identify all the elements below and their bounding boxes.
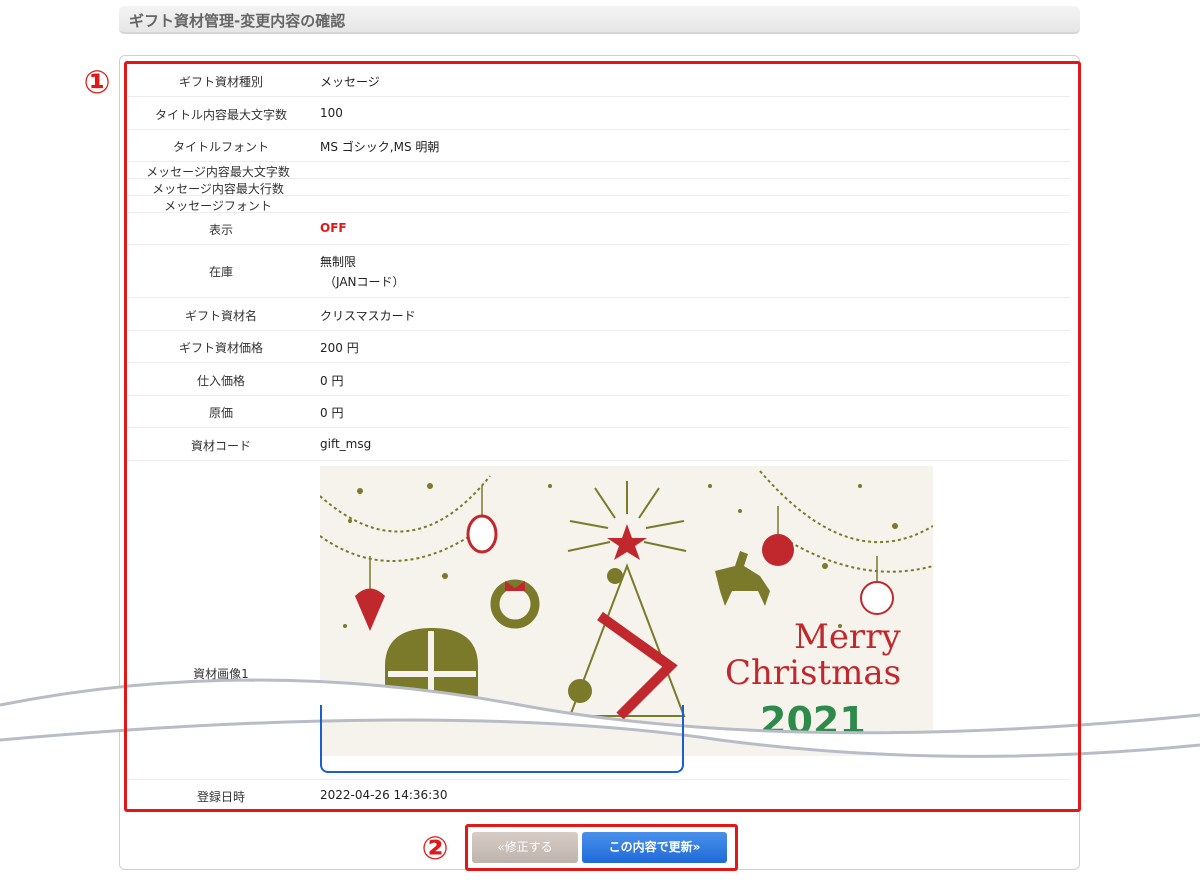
row-cost: 原価 0 円 [128, 396, 1070, 428]
page-title-bar: ギフト資材管理-変更内容の確認 [119, 6, 1080, 34]
row-value: 0 円 [320, 406, 344, 420]
row-material-code: 資材コード gift_msg [128, 428, 1070, 461]
row-value: 0 円 [320, 374, 344, 388]
row-stock: 在庫 無制限 （JANコード） [128, 245, 1070, 298]
row-label: 表示 [208, 223, 233, 237]
row-message-font: メッセージフォント [128, 196, 1070, 213]
row-label: タイトル内容最大文字数 [154, 108, 287, 122]
row-value: メッセージ [320, 75, 380, 89]
page-title: ギフト資材管理-変更内容の確認 [129, 12, 346, 30]
row-label: ギフト資材価格 [178, 341, 263, 355]
page: ギフト資材管理-変更内容の確認 ギフト資材種別 メッセージ タイトル内容最大文字… [0, 0, 1200, 880]
row-label: メッセージ内容最大行数 [152, 182, 284, 196]
row-title-max-chars: タイトル内容最大文字数 100 [128, 97, 1070, 130]
callout-number-1: ① [83, 63, 111, 101]
callout-number-2: ② [421, 829, 449, 867]
image-preview-frame [320, 705, 684, 773]
row-purchase-price: 仕入価格 0 円 [128, 363, 1070, 396]
row-message-max-chars: メッセージ内容最大文字数 [128, 162, 1070, 179]
row-gift-name: ギフト資材名 クリスマスカード [128, 298, 1070, 331]
row-label: ギフト資材名 [184, 309, 257, 323]
row-label: タイトルフォント [172, 140, 269, 154]
row-label: 資材コード [190, 439, 251, 453]
row-label: 在庫 [208, 265, 233, 279]
row-message-max-lines: メッセージ内容最大行数 [128, 179, 1070, 196]
row-value: gift_msg [320, 437, 372, 451]
row-value: 100 [320, 106, 343, 120]
row-label: 仕入価格 [196, 374, 245, 388]
row-value: 200 円 [320, 341, 359, 355]
row-label: メッセージ内容最大文字数 [146, 165, 290, 179]
row-value: MS ゴシック,MS 明朝 [320, 140, 440, 154]
back-button[interactable]: «修正する [472, 832, 578, 863]
row-value: 2022-04-26 14:36:30 [320, 788, 448, 802]
update-button[interactable]: この内容で更新» [582, 832, 727, 863]
row-label: メッセージフォント [164, 199, 272, 213]
card-text-merry: Merry [794, 617, 901, 657]
row-label: 登録日時 [196, 790, 245, 804]
status-badge: OFF [320, 221, 347, 235]
row-display: 表示 OFF [128, 213, 1070, 245]
row-gift-price: ギフト資材価格 200 円 [128, 331, 1070, 363]
row-gift-type: ギフト資材種別 メッセージ [128, 64, 1070, 97]
row-value: クリスマスカード [320, 309, 416, 323]
row-label: 原価 [208, 406, 233, 420]
row-registered-at: 登録日時 2022-04-26 14:36:30 [128, 780, 1070, 808]
row-value: 無制限 [320, 255, 357, 269]
row-label: ギフト資材種別 [178, 75, 263, 89]
row-title-font: タイトルフォント MS ゴシック,MS 明朝 [128, 130, 1070, 162]
row-subvalue: （JANコード） [324, 275, 405, 289]
